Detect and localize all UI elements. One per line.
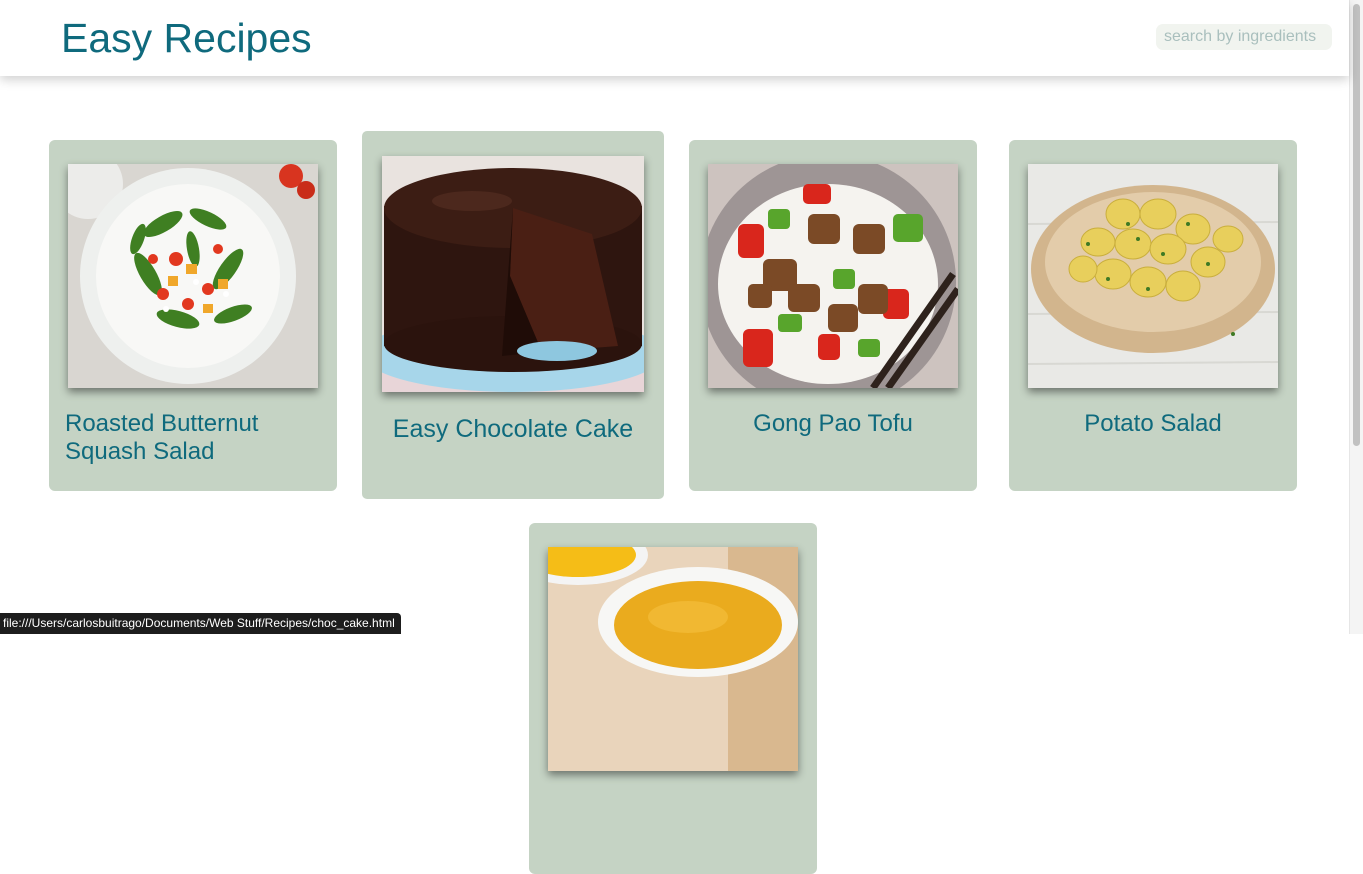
potato-salad-photo — [1028, 164, 1278, 388]
recipe-card-potato-salad[interactable]: Potato Salad — [1009, 140, 1297, 491]
recipe-name: Easy Chocolate Cake — [378, 415, 648, 443]
recipe-name: Potato Salad — [1025, 410, 1281, 438]
search-input[interactable] — [1156, 24, 1332, 50]
tofu-stir-fry-photo — [708, 164, 958, 388]
recipe-name: Roasted Butternut Squash Salad — [65, 410, 321, 466]
soup-photo — [548, 547, 798, 771]
chocolate-cake-photo — [382, 156, 644, 392]
link-status-bar: file:///Users/carlosbuitrago/Documents/W… — [0, 613, 401, 634]
salad-photo — [68, 164, 318, 388]
recipe-card-chocolate-cake[interactable]: Easy Chocolate Cake — [362, 131, 664, 499]
recipe-card-gong-pao-tofu[interactable]: Gong Pao Tofu — [689, 140, 977, 491]
site-header: Easy Recipes — [0, 0, 1349, 76]
site-title: Easy Recipes — [61, 14, 312, 62]
vertical-scrollbar[interactable] — [1349, 0, 1363, 634]
recipe-card-butternut-squash-salad[interactable]: Roasted Butternut Squash Salad — [49, 140, 337, 491]
recipe-name: Gong Pao Tofu — [705, 410, 961, 438]
scrollbar-thumb[interactable] — [1353, 4, 1360, 446]
recipe-card-soup[interactable] — [529, 523, 817, 874]
